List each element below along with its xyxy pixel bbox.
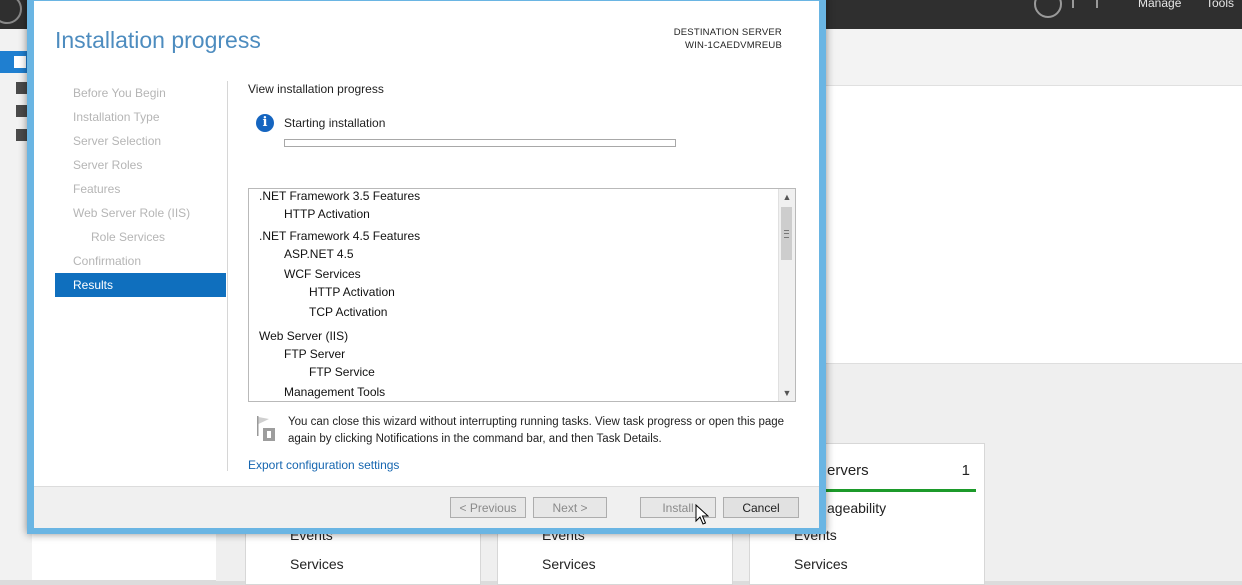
list-item: WCF Services (284, 267, 361, 281)
menu-tools[interactable]: Tools (1206, 0, 1234, 10)
nav-installation-type: Installation Type (73, 110, 160, 124)
feature-list[interactable]: .NET Framework 3.5 Features HTTP Activat… (248, 188, 796, 402)
list-item: Management Tools (284, 385, 386, 399)
scroll-thumb[interactable] (781, 207, 792, 260)
previous-button[interactable]: < Previous (450, 497, 526, 518)
list-item: HTTP Activation (284, 207, 370, 221)
tile-services-link[interactable]: Services (290, 556, 344, 572)
nav-web-server-role: Web Server Role (IIS) (73, 206, 191, 220)
notifications-flag-icon[interactable] (1096, 0, 1098, 8)
list-item: .NET Framework 4.5 Features (259, 229, 421, 243)
refresh-icon[interactable] (1034, 0, 1062, 18)
scroll-up-icon[interactable]: ▲ (779, 189, 795, 205)
status-text: Starting installation (284, 116, 386, 130)
tile-services-link[interactable]: Services (794, 556, 848, 572)
list-item: TCP Activation (309, 305, 388, 319)
back-icon[interactable] (0, 0, 22, 24)
scroll-down-icon[interactable]: ▼ (779, 385, 795, 401)
info-icon: i (256, 114, 274, 132)
destination-label: DESTINATION SERVER (673, 27, 782, 38)
mouse-cursor-icon (695, 504, 709, 525)
notification-flag-icon (257, 416, 275, 441)
list-item: HTTP Activation (309, 285, 395, 299)
list-item: FTP Server (284, 347, 346, 361)
tile-manageability-link[interactable]: ageability (827, 500, 886, 516)
menu-manage[interactable]: Manage (1138, 0, 1181, 10)
nav-results[interactable]: Results (55, 273, 226, 297)
separator (1072, 0, 1074, 8)
tile-title: ervers (827, 462, 869, 479)
nav-divider (227, 81, 228, 471)
nav-confirmation: Confirmation (73, 254, 142, 268)
list-item: Web Server (IIS) (259, 329, 349, 343)
tile-count: 1 (961, 462, 970, 479)
feature-list-scrollbar[interactable]: ▲ ▼ (778, 189, 795, 401)
export-configuration-link[interactable]: Export configuration settings (248, 458, 399, 472)
next-button[interactable]: Next > (533, 497, 607, 518)
tile-status-bar (824, 489, 976, 492)
installation-progress-bar (284, 139, 676, 147)
wizard-body: Installation progress DESTINATION SERVER… (34, 1, 819, 528)
nav-before-you-begin: Before You Begin (73, 86, 166, 100)
nav-role-services: Role Services (91, 230, 166, 244)
cancel-button[interactable]: Cancel (723, 497, 799, 518)
list-item: ASP.NET 4.5 (284, 247, 354, 261)
list-item: FTP Service (309, 365, 375, 379)
nav-server-roles: Server Roles (73, 158, 143, 172)
nav-features: Features (73, 182, 121, 196)
page-title: Installation progress (55, 27, 261, 53)
content-heading: View installation progress (248, 82, 384, 96)
nav-server-selection: Server Selection (73, 134, 162, 148)
dashboard-icon (14, 56, 26, 68)
destination-server: DESTINATION SERVER WIN-1CAEDVMREUB (674, 26, 782, 52)
add-roles-wizard-window: Installation progress DESTINATION SERVER… (27, 0, 826, 534)
list-item: .NET Framework 3.5 Features (259, 189, 421, 203)
wizard-note: You can close this wizard without interr… (288, 416, 785, 445)
tile-services-link[interactable]: Services (542, 556, 596, 572)
destination-server-name: WIN-1CAEDVMREUB (685, 40, 782, 51)
